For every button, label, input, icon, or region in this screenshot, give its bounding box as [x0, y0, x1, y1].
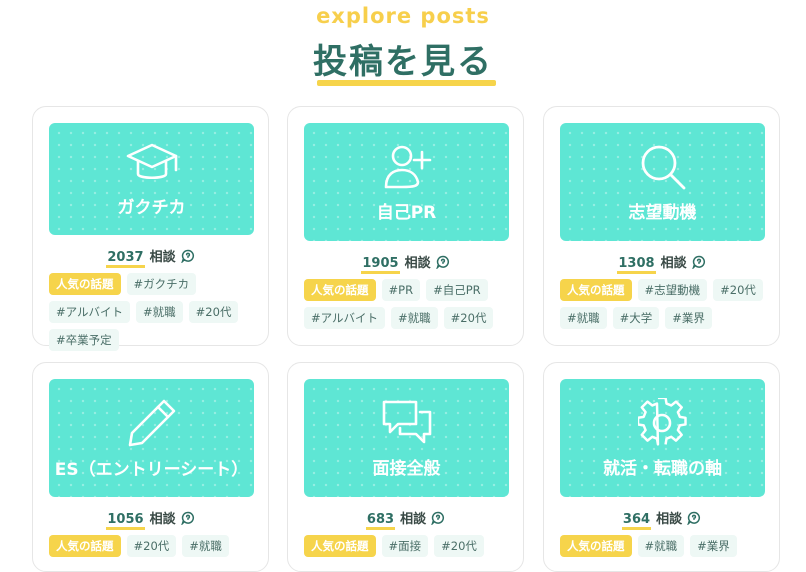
tag-list: 人気の話題 #ガクチカ #アルバイト #就職 #20代 #卒業予定 [49, 273, 261, 351]
category-card-entry-sheet[interactable]: ES（エントリーシート） 1056 相談 人気の話題 #20代 #就職 [32, 362, 269, 572]
count-number: 683 [365, 512, 396, 530]
category-thumbnail[interactable]: 志望動機 [560, 123, 765, 241]
count-suffix: 相談 [149, 512, 176, 527]
category-label: 自己PR [376, 202, 437, 223]
count-suffix: 相談 [656, 512, 683, 527]
tag-chip[interactable]: #ガクチカ [126, 273, 197, 295]
category-label: ES（エントリーシート） [54, 459, 249, 480]
tag-chip[interactable]: #アルバイト [49, 301, 131, 323]
count-number: 364 [621, 512, 652, 530]
tag-chip[interactable]: #アルバイト [304, 307, 386, 329]
category-thumbnail[interactable]: 自己PR [304, 123, 509, 241]
speech-bubble-icon [691, 255, 706, 273]
tag-chip[interactable]: #業界 [665, 307, 712, 329]
consultation-count: 2037 相談 [33, 246, 268, 268]
count-suffix: 相談 [404, 256, 431, 271]
tag-chip[interactable]: #20代 [188, 301, 239, 323]
count-number: 1056 [106, 512, 145, 530]
category-thumbnail[interactable]: 面接全般 [304, 379, 509, 497]
popular-topic-badge: 人気の話題 [304, 279, 376, 301]
tag-chip[interactable]: #PR [381, 279, 421, 301]
popular-topic-badge: 人気の話題 [560, 279, 632, 301]
category-thumbnail[interactable]: ES（エントリーシート） [49, 379, 254, 497]
chat-bubbles-icon [380, 398, 434, 448]
count-number: 1905 [361, 256, 400, 274]
gear-icon [637, 397, 688, 448]
speech-bubble-icon [435, 255, 450, 273]
speech-bubble-icon [180, 511, 195, 529]
popular-topic-badge: 人気の話題 [49, 273, 121, 295]
tag-chip[interactable]: #卒業予定 [49, 329, 119, 351]
consultation-count: 364 相談 [544, 508, 779, 530]
tag-list: 人気の話題 #PR #自己PR #アルバイト #就職 #20代 [304, 279, 516, 329]
tag-chip[interactable]: #就職 [136, 301, 183, 323]
graduation-cap-icon [126, 141, 178, 187]
tag-chip[interactable]: #自己PR [426, 279, 488, 301]
category-card-career-axis[interactable]: 就活・転職の軸 364 相談 人気の話題 #就職 #業界 [543, 362, 780, 572]
category-card-motivation[interactable]: 志望動機 1308 相談 人気の話題 #志望動機 #20代 #就職 #大学 #業界 [543, 106, 780, 346]
category-card-self-pr[interactable]: 自己PR 1905 相談 人気の話題 #PR #自己PR #アルバイト #就職 #… [287, 106, 524, 346]
speech-bubble-icon [180, 249, 195, 267]
consultation-count: 1056 相談 [33, 508, 268, 530]
pencil-icon [126, 397, 178, 449]
tag-chip[interactable]: #就職 [391, 307, 438, 329]
category-label: 就活・転職の軸 [603, 458, 722, 479]
consultation-count: 1308 相談 [544, 252, 779, 274]
tag-list: 人気の話題 #志望動機 #20代 #就職 #大学 #業界 [560, 279, 772, 329]
tag-chip[interactable]: #20代 [713, 279, 763, 301]
count-suffix: 相談 [660, 256, 687, 271]
count-number: 2037 [106, 250, 145, 268]
tag-chip[interactable]: #就職 [560, 307, 607, 329]
count-number: 1308 [617, 256, 656, 274]
page-title: 投稿を見る [313, 42, 493, 82]
tag-chip[interactable]: #大学 [612, 307, 660, 329]
search-icon [638, 142, 688, 192]
count-suffix: 相談 [400, 512, 427, 527]
title-underline [317, 80, 496, 86]
user-plus-icon [382, 142, 432, 192]
tag-chip[interactable]: #志望動機 [637, 279, 708, 301]
category-thumbnail[interactable]: ガクチカ [49, 123, 254, 235]
consultation-count: 1905 相談 [288, 252, 523, 274]
speech-bubble-icon [431, 511, 445, 529]
section-eyebrow: explore posts [316, 4, 490, 28]
category-label: 志望動機 [628, 202, 697, 223]
category-card-interview[interactable]: 面接全般 683 相談 人気の話題 #面接 #20代 [287, 362, 524, 572]
speech-bubble-icon [687, 511, 701, 529]
tag-chip[interactable]: #20代 [443, 307, 494, 329]
category-thumbnail[interactable]: 就活・転職の軸 [560, 379, 765, 497]
category-card-gakuchika[interactable]: ガクチカ 2037 相談 人気の話題 #ガクチカ #アルバイト #就職 #20代 … [32, 106, 269, 351]
category-label: ガクチカ [117, 197, 186, 218]
category-label: 面接全般 [372, 458, 441, 479]
count-suffix: 相談 [149, 250, 176, 265]
consultation-count: 683 相談 [288, 508, 523, 530]
